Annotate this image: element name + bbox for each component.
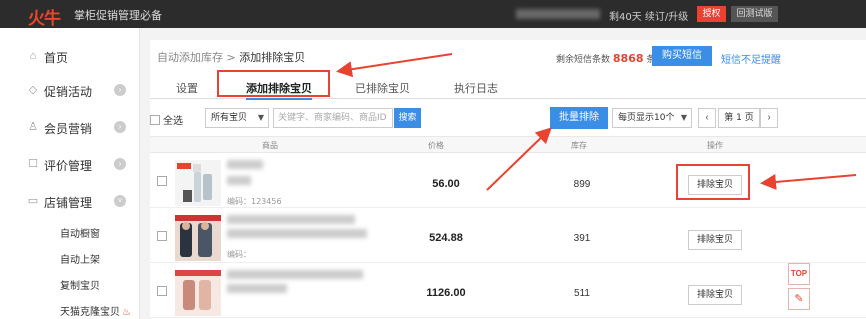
tag-icon: ◇ [28, 84, 38, 96]
table-row: 编码： 524.88 391 排除宝贝 [150, 209, 866, 263]
authorize-button[interactable]: 授权 [697, 6, 726, 22]
tab-excluded-items[interactable]: 已排除宝贝 [355, 80, 410, 96]
old-version-button[interactable]: 回测试版 [731, 6, 778, 22]
product-thumbnail[interactable] [175, 270, 221, 316]
product-stock: 899 [573, 179, 591, 190]
product-price: 524.88 [429, 232, 463, 244]
app-logo[interactable]: 火牛 [28, 4, 61, 29]
tab-highlight-annotation [217, 70, 330, 97]
blurred-product-title [227, 160, 263, 169]
search-input[interactable]: 关键字、商家编码、商品ID [273, 108, 393, 128]
select-all-checkbox[interactable]: 全选 [150, 112, 183, 127]
sidebar-subitem-copy-item[interactable]: 复制宝贝 [60, 277, 100, 292]
sidebar-item-home[interactable]: ⌂ 首页 [0, 40, 140, 74]
current-page: 第 1 页 [718, 108, 760, 128]
prev-page-button[interactable]: ‹ [698, 108, 716, 128]
chevron-right-icon: › [114, 84, 126, 96]
chevron-right-icon: › [114, 121, 126, 133]
column-header-stock: 库存 [571, 141, 587, 150]
sidebar-item-label: 店铺管理 [44, 196, 93, 210]
sidebar-subitem-label: 天猫克隆宝贝 [60, 307, 120, 318]
product-price: 56.00 [432, 178, 460, 190]
column-header-action: 操作 [707, 141, 723, 150]
checkbox[interactable] [150, 115, 160, 125]
breadcrumb-parent[interactable]: 自动添加库存 [157, 51, 223, 64]
flame-icon: ♨ [122, 307, 131, 318]
product-stock: 511 [574, 288, 590, 299]
caret-down-icon: ▼ [257, 113, 264, 122]
breadcrumb-current: 添加排除宝贝 [239, 51, 306, 64]
blurred-username [516, 9, 600, 19]
buy-sms-button[interactable]: 购买短信 [652, 46, 712, 66]
chevron-down-icon: ˅ [114, 195, 126, 207]
exclude-item-button[interactable]: 排除宝贝 [688, 230, 742, 250]
subscription-status[interactable]: 剩40天 续订/升级 [609, 8, 688, 23]
blurred-product-title [227, 176, 251, 185]
item-filter-value: 所有宝贝 [211, 113, 248, 123]
shop-icon: ▭ [27, 195, 39, 207]
sms-remind-link[interactable]: 短信不足提醒 [721, 51, 781, 66]
table-row: 1126.00 511 排除宝贝 [150, 264, 866, 318]
row-checkbox[interactable] [157, 231, 167, 241]
sidebar-subitem-auto-window[interactable]: 自动橱窗 [60, 225, 100, 240]
product-thumbnail[interactable] [175, 160, 221, 206]
home-icon: ⌂ [29, 50, 37, 62]
page-size-value: 每页显示10个 [618, 113, 675, 123]
top-bar: 火牛 掌柜促销管理必备 剩40天 续订/升级 授权 回测试版 [0, 0, 866, 29]
breadcrumb-separator: > [223, 51, 240, 64]
caret-down-icon: ▼ [680, 113, 687, 122]
blurred-product-title [227, 270, 363, 279]
user-icon: ♙ [28, 121, 38, 133]
batch-exclude-button[interactable]: 批量排除 [550, 107, 608, 129]
breadcrumb: 自动添加库存 > 添加排除宝贝 [157, 49, 305, 65]
back-to-top-button[interactable]: TOP [788, 263, 810, 285]
sidebar: ⌂ 首页 ◇ 促销活动 › ♙ 会员营销 › ☐ 评价管理 › ▭ 店铺管理 ˅… [0, 28, 140, 319]
product-code: 编码：123456 [227, 197, 282, 206]
sms-balance: 剩余短信条数 8868 条 [556, 52, 655, 65]
product-stock: 391 [573, 233, 591, 244]
sidebar-item-label: 促销活动 [44, 85, 93, 99]
comment-icon: ☐ [28, 158, 38, 170]
blurred-product-title [227, 215, 355, 224]
column-header-price: 价格 [428, 141, 444, 150]
select-all-label: 全选 [163, 116, 183, 127]
row-checkbox[interactable] [157, 286, 167, 296]
sidebar-item-store-management[interactable]: ▭ 店铺管理 ˅ [0, 185, 140, 219]
table-row: 编码：123456 56.00 899 排除宝贝 [150, 154, 866, 208]
toolbar: 全选 所有宝贝 ▼ 关键字、商家编码、商品ID 搜索 批量排除 每页显示10个 … [150, 107, 866, 129]
search-button[interactable]: 搜索 [394, 108, 421, 128]
chevron-right-icon: › [114, 158, 126, 170]
sidebar-subitem-tmall-clone[interactable]: 天猫克隆宝贝 ♨ [60, 303, 131, 318]
product-code: 编码： [227, 250, 251, 259]
blurred-product-title [227, 284, 287, 293]
sidebar-item-member-marketing[interactable]: ♙ 会员营销 › [0, 111, 140, 145]
action-highlight-annotation [676, 164, 750, 200]
tab-settings[interactable]: 设置 [176, 80, 198, 96]
row-checkbox[interactable] [157, 176, 167, 186]
product-price: 1126.00 [426, 287, 466, 299]
page-size-select[interactable]: 每页显示10个 ▼ [612, 108, 692, 128]
edit-icon[interactable]: ✎ [788, 288, 810, 310]
tab-execution-log[interactable]: 执行日志 [454, 80, 498, 96]
product-thumbnail[interactable] [175, 215, 221, 261]
blurred-product-title [227, 229, 367, 238]
item-filter-select[interactable]: 所有宝贝 ▼ [205, 108, 269, 128]
table-header: 商品 价格 库存 操作 [150, 136, 866, 153]
sidebar-item-label: 首页 [44, 51, 69, 65]
sidebar-item-promotions[interactable]: ◇ 促销活动 › [0, 74, 140, 108]
app-tagline: 掌柜促销管理必备 [74, 9, 162, 22]
exclude-item-button[interactable]: 排除宝贝 [688, 285, 742, 305]
sidebar-subitem-auto-listing[interactable]: 自动上架 [60, 251, 100, 266]
sidebar-item-label: 评价管理 [44, 159, 93, 173]
sidebar-item-label: 会员营销 [44, 122, 93, 136]
sms-balance-label: 剩余短信条数 [556, 55, 611, 65]
next-page-button[interactable]: › [760, 108, 778, 128]
column-header-product: 商品 [262, 141, 278, 150]
sidebar-item-reviews[interactable]: ☐ 评价管理 › [0, 148, 140, 182]
main-panel: 自动添加库存 > 添加排除宝贝 剩余短信条数 8868 条 购买短信 短信不足提… [150, 40, 866, 319]
sms-balance-count: 8868 [612, 52, 644, 65]
